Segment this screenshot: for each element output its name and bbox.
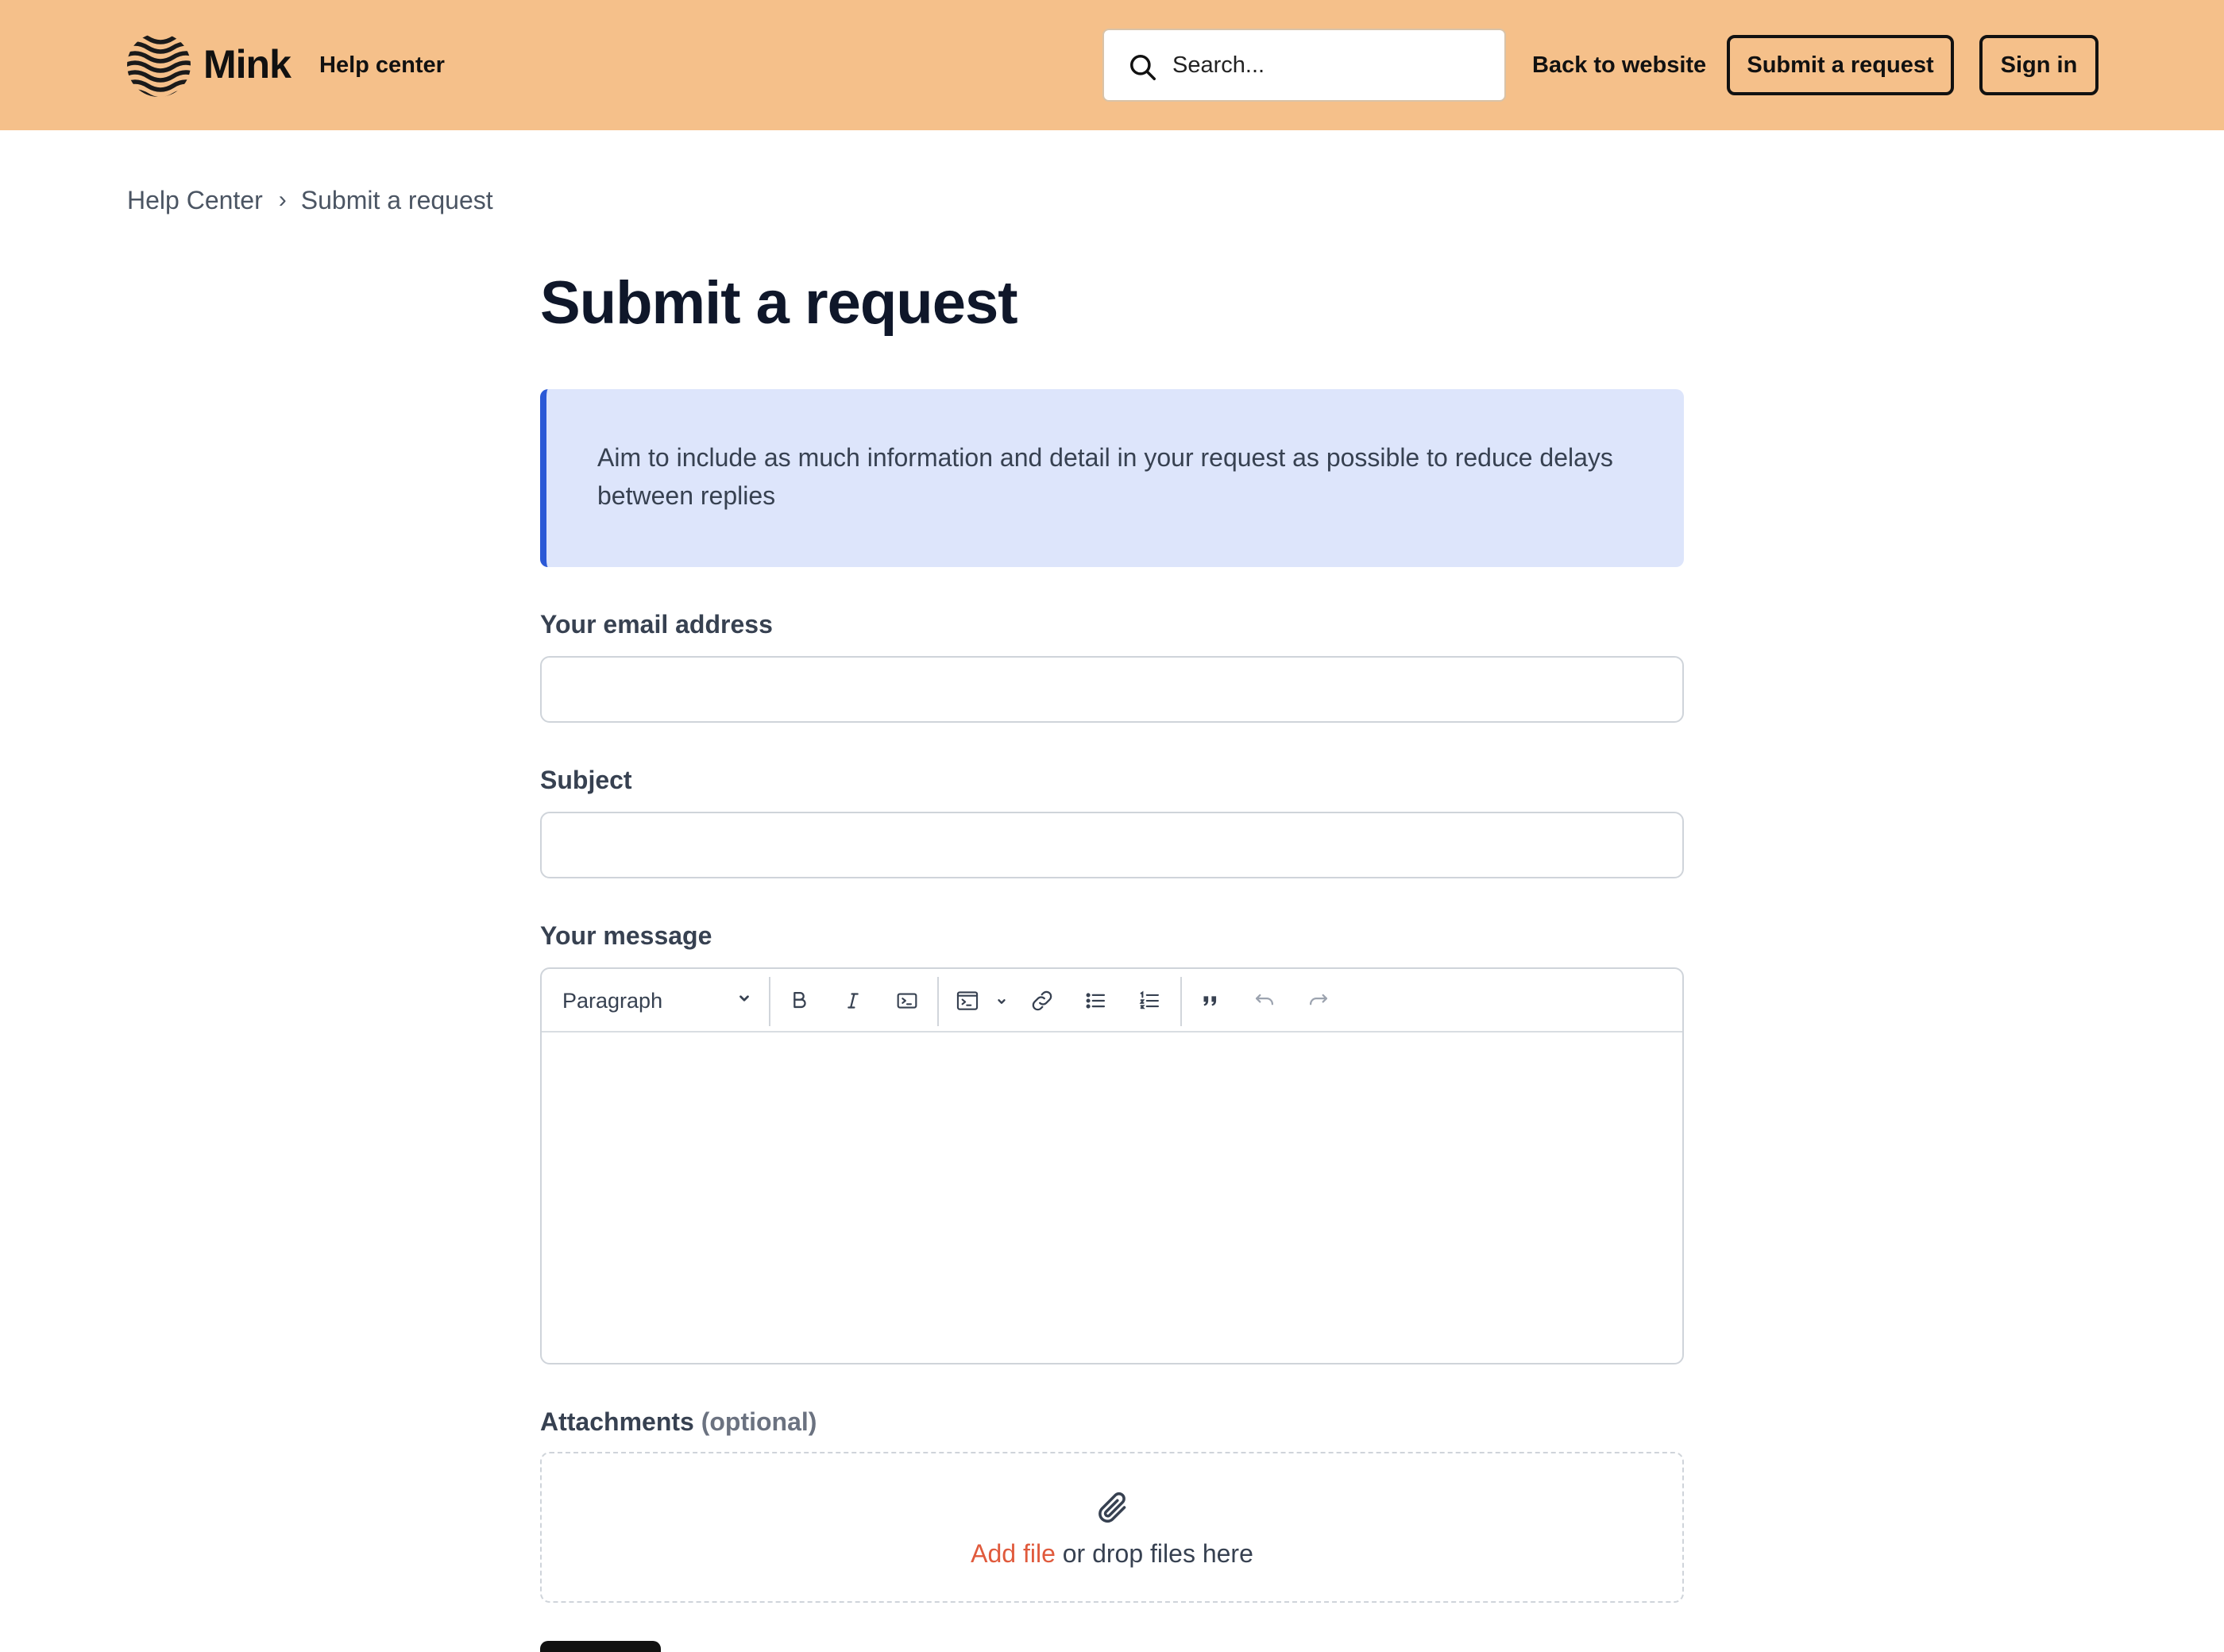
undo-icon <box>1255 994 1274 1005</box>
paperclip-icon <box>1098 1492 1126 1523</box>
sign-in-button[interactable]: Sign in <box>1979 35 2099 95</box>
bulleted-list-icon <box>1086 993 1106 1009</box>
info-notice: Aim to include as much information and d… <box>540 389 1684 567</box>
breadcrumb-help-center[interactable]: Help Center <box>127 183 263 218</box>
attachments-dropzone[interactable]: Add file or drop files here <box>540 1452 1684 1603</box>
optional-hint: (optional) <box>701 1407 817 1436</box>
message-label: Your message <box>540 921 712 950</box>
notice-text: Aim to include as much information and d… <box>597 443 1613 510</box>
toolbar-divider <box>1180 977 1182 1026</box>
code-icon <box>897 993 917 1009</box>
breadcrumb-separator: › <box>278 187 287 213</box>
editor-toolbar: Paragraph <box>542 969 1682 1032</box>
quote-icon <box>1203 996 1217 1006</box>
submit-request-button[interactable]: Submit a request <box>1727 35 1954 95</box>
add-file-link[interactable]: Add file <box>971 1539 1056 1568</box>
email-field[interactable] <box>540 656 1684 723</box>
quote-button[interactable] <box>1195 985 1226 1017</box>
toolbar-divider <box>937 977 939 1026</box>
link-button[interactable] <box>1026 985 1058 1017</box>
search-input[interactable] <box>1172 46 1490 84</box>
numbered-list-button[interactable] <box>1134 985 1166 1017</box>
breadcrumb-submit-request[interactable]: Submit a request <box>301 183 493 218</box>
message-textarea[interactable] <box>542 1034 1682 1363</box>
search-icon <box>1130 55 1156 80</box>
chevron-down-icon[interactable] <box>996 996 1007 1007</box>
code-block-button[interactable] <box>952 985 983 1017</box>
breadcrumb: Help Center › Submit a request <box>127 183 493 218</box>
numbered-list-icon <box>1139 990 1159 1009</box>
code-button[interactable] <box>891 985 923 1017</box>
bold-icon <box>793 991 806 1009</box>
toolbar-divider <box>769 977 770 1026</box>
subject-field[interactable] <box>540 812 1684 878</box>
bulleted-list-button[interactable] <box>1080 985 1112 1017</box>
redo-button[interactable] <box>1303 985 1334 1017</box>
paragraph-format-select[interactable]: Paragraph <box>562 983 662 1018</box>
message-editor: Paragraph <box>540 967 1684 1364</box>
email-label: Your email address <box>540 610 773 639</box>
search-box[interactable] <box>1102 29 1506 102</box>
attachments-label-text: Attachments <box>540 1407 694 1436</box>
code-block-icon <box>956 991 979 1010</box>
page-title: Submit a request <box>540 269 1018 337</box>
subject-label: Subject <box>540 766 632 794</box>
link-icon <box>1032 990 1052 1011</box>
italic-icon <box>848 993 859 1009</box>
bold-button[interactable] <box>783 985 815 1017</box>
site-header: Mink Help center Back to website Submit … <box>0 0 2224 130</box>
mink-logo-icon[interactable] <box>125 32 192 98</box>
redo-icon <box>1309 994 1328 1005</box>
dropzone-text: Add file or drop files here <box>542 1536 1682 1571</box>
italic-button[interactable] <box>837 985 869 1017</box>
undo-button[interactable] <box>1249 985 1280 1017</box>
help-center-link[interactable]: Help center <box>319 48 445 83</box>
drop-files-text: or drop files here <box>1055 1539 1253 1568</box>
form-submit-button[interactable] <box>540 1641 661 1652</box>
chevron-down-icon[interactable] <box>737 991 751 1005</box>
brand-name[interactable]: Mink <box>203 38 292 91</box>
attachments-label: Attachments (optional) <box>540 1404 817 1439</box>
back-to-website-link[interactable]: Back to website <box>1532 48 1706 83</box>
